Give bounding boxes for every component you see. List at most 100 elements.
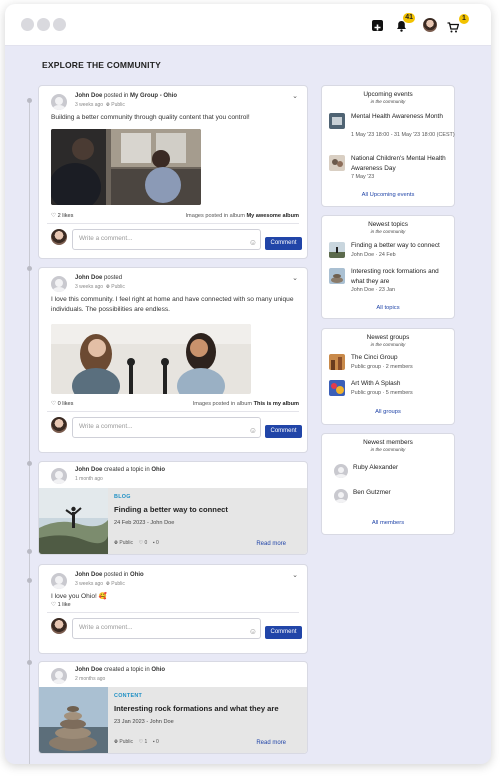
- album-link[interactable]: This is my album: [254, 401, 299, 407]
- event-title[interactable]: National Children's Mental Health Awaren…: [351, 154, 453, 174]
- group-thumbnail[interactable]: [329, 354, 345, 370]
- window-dot: [21, 18, 34, 31]
- group-meta: Public group · 2 members: [351, 364, 413, 370]
- plus-icon[interactable]: [372, 20, 383, 31]
- cart-badge: 1: [459, 14, 469, 24]
- topic-type: CONTENT: [114, 693, 143, 699]
- author-avatar[interactable]: [51, 468, 67, 484]
- group-thumbnail[interactable]: [329, 380, 345, 396]
- topic-title[interactable]: Finding a better way to connect: [114, 505, 228, 514]
- group-link[interactable]: Ohio: [130, 572, 144, 578]
- event-thumbnail[interactable]: [329, 113, 345, 129]
- divider: [47, 612, 299, 613]
- post-card: John Doe posted in Ohio 3 weeks ago 🌐︎ P…: [38, 564, 308, 654]
- topic-date: 24 Feb 2023 - John Doe: [114, 520, 175, 526]
- emoji-icon[interactable]: ☺: [249, 238, 257, 247]
- topic-image[interactable]: [39, 488, 108, 554]
- heart-icon[interactable]: ♡: [51, 602, 56, 608]
- emoji-icon[interactable]: ☺: [249, 627, 257, 636]
- post-image[interactable]: [51, 129, 201, 205]
- topic-date: 23 Jan 2023 - John Doe: [114, 719, 174, 725]
- widget-subtitle: in the community: [370, 342, 406, 347]
- post-meta: 3 weeks ago 🌐︎ Public: [75, 102, 125, 108]
- event-title[interactable]: Mental Health Awareness Month: [351, 112, 453, 122]
- author-avatar[interactable]: [51, 668, 67, 684]
- event-date: 1 May '23 18:00 - 31 May '23 18:00 (CEST…: [351, 132, 455, 138]
- topic-title[interactable]: Finding a better way to connect: [351, 241, 453, 251]
- comment-button[interactable]: Comment: [265, 425, 302, 438]
- author-name[interactable]: John Doe: [75, 93, 102, 99]
- member-avatar[interactable]: [334, 489, 348, 503]
- comment-icon: ▪: [152, 739, 155, 745]
- member-name[interactable]: Ben Gutzmer: [353, 489, 391, 496]
- post-header: John Doe posted in Ohio: [75, 572, 144, 578]
- topic-thumbnail[interactable]: [329, 268, 345, 284]
- topic-title[interactable]: Interesting rock formations and what the…: [114, 704, 279, 713]
- post-meta: 3 weeks ago 🌐︎ Public: [75, 581, 125, 587]
- topic-title[interactable]: Interesting rock formations and what the…: [351, 267, 453, 287]
- all-topics-link[interactable]: All topics: [322, 305, 454, 311]
- newest-topics-widget: Newest topics in the community Finding a…: [321, 215, 455, 319]
- chevron-down-icon[interactable]: ⌄: [292, 92, 298, 100]
- all-groups-link[interactable]: All groups: [322, 409, 454, 415]
- like-count[interactable]: ♡ 1 like: [51, 602, 71, 608]
- topic-teaser[interactable]: CONTENT Interesting rock formations and …: [39, 687, 307, 753]
- author-name[interactable]: John Doe: [75, 275, 102, 281]
- emoji-icon[interactable]: ☺: [249, 426, 257, 435]
- post-header: John Doe created a topic in Ohio: [75, 667, 166, 673]
- all-events-link[interactable]: All Upcoming events: [322, 192, 454, 198]
- group-meta: Public group · 5 members: [351, 390, 413, 396]
- notifications-button[interactable]: 41: [396, 13, 415, 37]
- author-avatar[interactable]: [51, 276, 67, 292]
- widget-title: Upcoming events: [363, 91, 413, 98]
- chevron-down-icon[interactable]: ⌄: [292, 571, 298, 579]
- like-count[interactable]: ♡ 0 likes: [51, 401, 73, 407]
- comment-icon: ▪: [152, 540, 155, 546]
- visibility: Public: [111, 284, 125, 290]
- topic-image[interactable]: [39, 687, 108, 753]
- group-link[interactable]: Ohio: [151, 467, 165, 473]
- read-more-link[interactable]: Read more: [256, 740, 286, 746]
- all-members-link[interactable]: All members: [322, 520, 454, 526]
- timeline-dot: [27, 549, 32, 554]
- member-name[interactable]: Ruby Alexander: [353, 464, 398, 471]
- like-count[interactable]: ♡ 2 likes: [51, 213, 73, 219]
- cart-icon: [447, 22, 460, 33]
- post-time: 3 weeks ago: [75, 581, 104, 587]
- group-title[interactable]: Art With A Splash: [351, 379, 453, 389]
- cart-button[interactable]: 1: [447, 14, 469, 38]
- album-link[interactable]: My awesome album: [246, 213, 299, 219]
- comment-input[interactable]: Write a comment... ☺: [72, 618, 261, 639]
- comment-input[interactable]: Write a comment... ☺: [72, 229, 261, 250]
- widget-subtitle: in the community: [370, 99, 406, 104]
- author-avatar[interactable]: [51, 573, 67, 589]
- comment-button[interactable]: Comment: [265, 237, 302, 250]
- group-link[interactable]: My Group - Ohio: [130, 93, 177, 99]
- author-avatar[interactable]: [51, 94, 67, 110]
- group-link[interactable]: Ohio: [151, 667, 165, 673]
- my-avatar: [51, 417, 67, 433]
- chevron-down-icon[interactable]: ⌄: [292, 274, 298, 282]
- heart-icon[interactable]: ♡: [51, 213, 56, 219]
- event-thumbnail[interactable]: [329, 155, 345, 171]
- widget-title: Newest groups: [366, 334, 410, 341]
- timeline-dot: [27, 578, 32, 583]
- heart-icon[interactable]: ♡: [51, 401, 56, 407]
- member-avatar[interactable]: [334, 464, 348, 478]
- notifications-badge: 41: [403, 13, 415, 23]
- topic-thumbnail[interactable]: [329, 242, 345, 258]
- author-name[interactable]: John Doe: [75, 572, 102, 578]
- user-avatar[interactable]: [423, 18, 437, 32]
- author-name[interactable]: John Doe: [75, 667, 102, 673]
- read-more-link[interactable]: Read more: [256, 541, 286, 547]
- post-image[interactable]: [51, 324, 251, 394]
- widget-subtitle: in the community: [370, 447, 406, 452]
- comment-input[interactable]: Write a comment... ☺: [72, 417, 261, 438]
- author-name[interactable]: John Doe: [75, 467, 102, 473]
- timeline-dot: [27, 461, 32, 466]
- topic-teaser[interactable]: BLOG Finding a better way to connect 24 …: [39, 488, 307, 554]
- comment-button[interactable]: Comment: [265, 626, 302, 639]
- topic-card: John Doe created a topic in Ohio 2 month…: [38, 661, 308, 754]
- topic-type: BLOG: [114, 494, 131, 500]
- group-title[interactable]: The Cinci Group: [351, 353, 453, 363]
